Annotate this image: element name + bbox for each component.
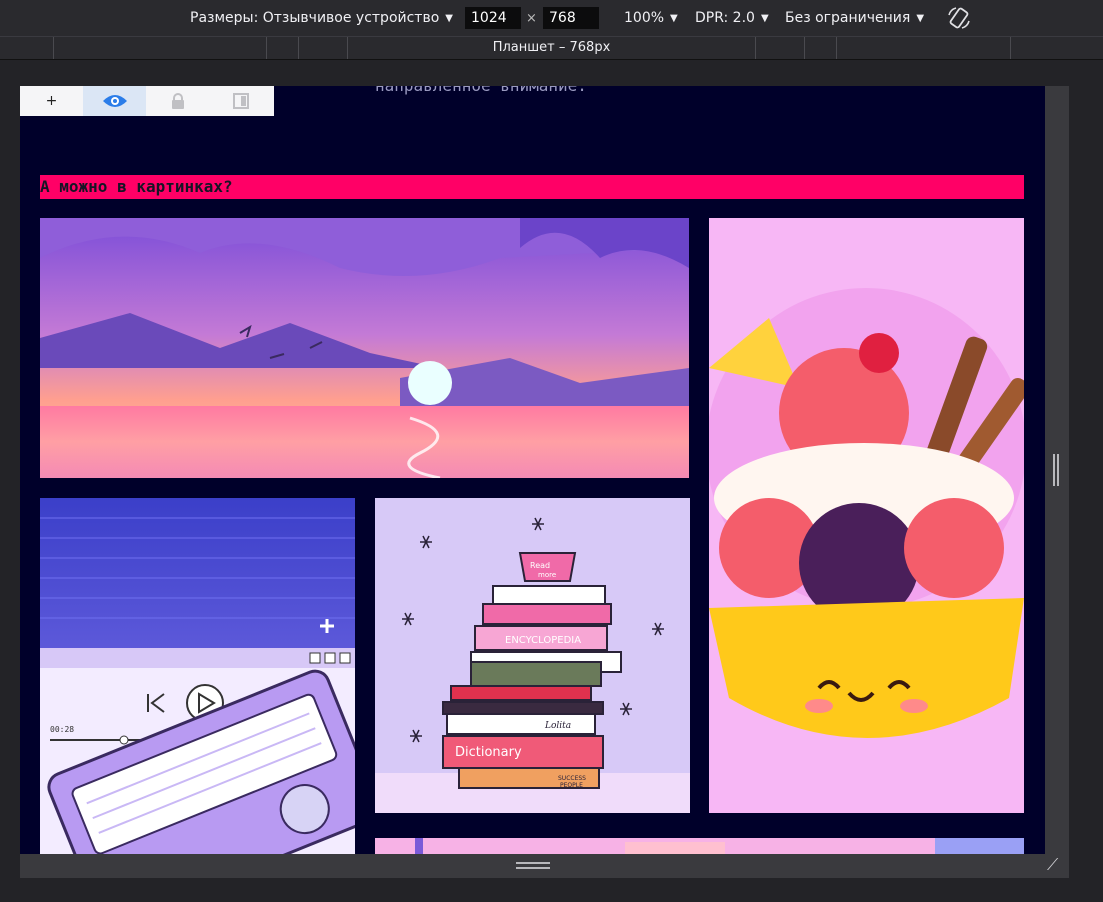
lock-icon — [171, 93, 184, 109]
partial-image[interactable] — [375, 838, 1024, 854]
sunset-illustration — [40, 218, 689, 478]
contrast-toggle[interactable] — [209, 86, 272, 116]
lock-toggle[interactable] — [146, 86, 209, 116]
chevron-down-icon: ▼ — [916, 12, 925, 24]
page-viewport[interactable]: направленное внимание. А можно в картинк… — [20, 86, 1045, 854]
device-selector[interactable]: Размеры: Отзывчивое устройство ▼ — [190, 0, 453, 36]
rotate-device-icon — [948, 7, 970, 29]
books-image[interactable]: Read more ENCYCLOPEDIA Lolita Dictionary… — [375, 498, 690, 813]
media-query-ruler: Планшет – 768px — [0, 36, 1103, 60]
svg-text:Dictionary: Dictionary — [455, 745, 522, 760]
svg-text:more: more — [538, 571, 556, 579]
throttling-label: Без ограничения — [785, 10, 911, 26]
sunset-image[interactable] — [40, 218, 689, 478]
book-stack-illustration: Read more ENCYCLOPEDIA Lolita Dictionary… — [375, 498, 690, 813]
responsive-toolbar: Размеры: Отзывчивое устройство ▼ 1024 × … — [0, 0, 1103, 36]
vertical-grip-icon[interactable] — [1053, 454, 1059, 486]
dpr-label: DPR: 2.0 — [695, 10, 755, 26]
add-button[interactable]: + — [20, 86, 83, 116]
player-time: 00:28 — [50, 725, 74, 734]
zoom-label: 100% — [624, 10, 665, 26]
throttling-selector[interactable]: Без ограничения ▼ — [785, 0, 924, 36]
image-controls-toolbar: + — [20, 86, 274, 116]
chevron-down-icon: ▼ — [445, 12, 453, 24]
svg-text:Lolita: Lolita — [544, 721, 571, 731]
icecream-image[interactable] — [709, 218, 1024, 813]
eye-icon — [102, 95, 127, 107]
width-input[interactable]: 1024 — [465, 7, 521, 29]
zoom-selector[interactable]: 100% ▼ — [624, 0, 678, 36]
svg-text:Read: Read — [530, 561, 550, 570]
horizontal-grip-icon[interactable] — [516, 862, 550, 869]
resize-corner-icon[interactable]: ⟋ — [1047, 856, 1065, 874]
svg-text:ENCYCLOPEDIA: ENCYCLOPEDIA — [505, 635, 581, 646]
section-heading: А можно в картинках? — [40, 175, 1024, 199]
rotate-device-button[interactable] — [946, 0, 972, 36]
times-symbol: × — [526, 10, 537, 26]
svg-text:SUCCESS: SUCCESS — [558, 775, 586, 782]
svg-text:PEOPLE: PEOPLE — [560, 782, 583, 789]
height-input[interactable]: 768 — [543, 7, 599, 29]
chevron-down-icon: ▼ — [670, 12, 678, 24]
retro-cassette-player-illustration: 00:28 — [40, 498, 355, 854]
dpr-selector[interactable]: DPR: 2.0 ▼ — [695, 0, 769, 36]
ruler-label: Планшет – 768px — [492, 40, 611, 55]
partial-illustration — [375, 838, 1024, 854]
contrast-icon — [232, 93, 249, 109]
retro-image[interactable]: 00:28 — [40, 498, 355, 854]
previous-paragraph: направленное внимание. — [375, 86, 587, 95]
device-label: Размеры: Отзывчивое устройство — [190, 10, 440, 26]
ice-cream-sundae-illustration — [709, 218, 1024, 813]
visibility-toggle[interactable] — [83, 86, 146, 116]
chevron-down-icon: ▼ — [760, 12, 769, 24]
